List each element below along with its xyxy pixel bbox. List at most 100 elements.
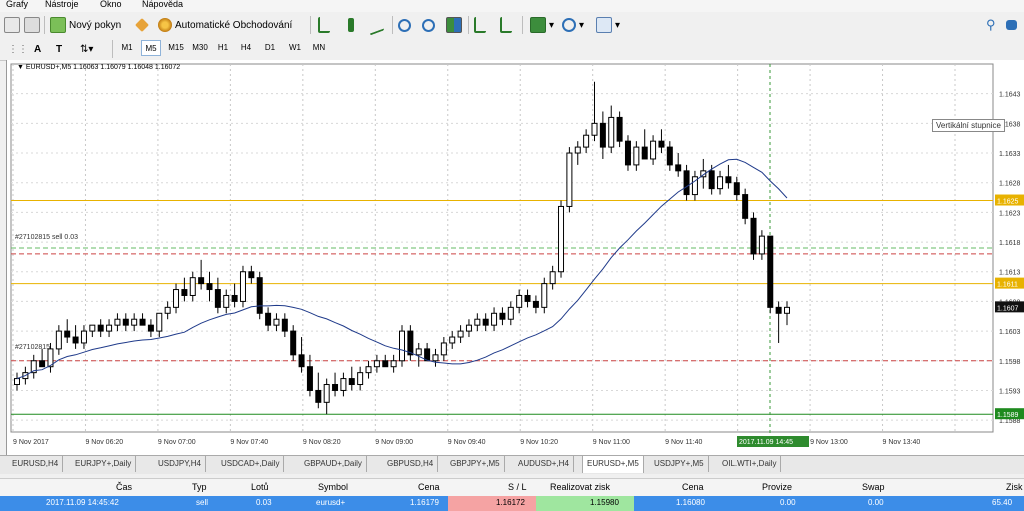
zoom-out-button[interactable] — [422, 16, 438, 34]
menu-item-okno[interactable]: Okno — [100, 0, 122, 9]
chart-tab[interactable]: GBPUSD,H4 — [383, 456, 439, 472]
timeframe-mn[interactable]: MN — [309, 40, 329, 56]
new-order-button[interactable]: Nový pokyn — [50, 16, 121, 34]
search-button[interactable]: ⚲ — [986, 16, 996, 34]
indicators-button[interactable]: ▾ — [530, 16, 554, 34]
chart-tab[interactable]: USDCAD+,Daily — [217, 456, 285, 472]
timeframe-d1[interactable]: D1 — [261, 40, 279, 56]
candle-body — [122, 318, 129, 326]
order-symbol: eurusd+ — [316, 498, 346, 507]
chart-tab[interactable]: OIL.WTI+,Daily — [718, 456, 782, 472]
chart-tab[interactable]: EURUSD,H4 — [8, 456, 64, 472]
candlestick-button[interactable] — [344, 16, 357, 34]
candle-body — [499, 312, 506, 320]
candle-body — [181, 289, 188, 296]
candle-body — [733, 182, 740, 196]
time-tick-label: 9 Nov 13:40 — [883, 439, 921, 446]
candle-body — [399, 330, 405, 362]
order-row[interactable]: 2017.11.09 14:45:42 sell 0.03 eurusd+ 1.… — [0, 496, 1024, 511]
timeframe-h4[interactable]: H4 — [237, 40, 255, 56]
menu-item-napoveda[interactable]: Nápověda — [142, 0, 183, 9]
price-tick-label: 1.1613 — [999, 270, 1021, 277]
timeframe-m15[interactable]: M15 — [165, 40, 187, 56]
candle-body — [290, 330, 297, 356]
candle-body — [390, 360, 397, 368]
candle-body — [298, 354, 305, 368]
col-symbol[interactable]: Symbol — [318, 482, 348, 492]
order-swap: 0.00 — [868, 498, 884, 507]
grid-tool-button[interactable]: ⋮⋮ — [8, 40, 28, 58]
chart-tab[interactable]: AUDUSD+,H4 — [514, 456, 574, 472]
time-tick-label: 9 Nov 07:40 — [230, 439, 268, 446]
chart-tab[interactable]: EURUSD+,M5 — [582, 455, 644, 473]
candle-body — [281, 318, 288, 332]
col-sl[interactable]: S / L — [508, 482, 527, 492]
tile-windows-icon — [446, 17, 462, 33]
line-chart-button[interactable] — [370, 14, 387, 36]
candle-body — [173, 289, 180, 308]
metaeditor-button[interactable] — [135, 16, 152, 34]
candle-body — [742, 194, 749, 219]
order-current-price: 1.16080 — [676, 498, 705, 507]
timeframe-m1[interactable]: M1 — [118, 40, 136, 56]
col-tp[interactable]: Realizovat zisk — [550, 482, 610, 492]
timeframe-m30[interactable]: M30 — [189, 40, 211, 56]
tp-cell-bg — [536, 496, 634, 511]
toolbar-separator — [310, 16, 311, 34]
chart-window[interactable]: #27102815 sell 0.03 #27102815 1.1643 1.1638… — [6, 60, 1024, 455]
time-tag-label: 2017.11.09 14:45 — [739, 439, 793, 446]
col-swap[interactable]: Swap — [862, 482, 885, 492]
time-tick-label: 9 Nov 08:20 — [303, 439, 341, 446]
candle-body — [373, 360, 380, 368]
candle-body — [524, 294, 531, 302]
templates-button[interactable]: ▾ — [596, 16, 620, 34]
col-zisk[interactable]: Zisk — [1006, 482, 1023, 492]
chart-tab[interactable]: USDJPY+,M5 — [650, 456, 709, 472]
tile-windows-button[interactable] — [446, 16, 465, 34]
col-cena-current[interactable]: Cena — [682, 482, 704, 492]
col-typ[interactable]: Typ — [192, 482, 207, 492]
col-lotu[interactable]: Lotů — [251, 482, 269, 492]
auto-trading-button[interactable]: Automatické Obchodování — [158, 16, 292, 34]
candlestick-icon — [348, 18, 354, 32]
col-provize[interactable]: Provize — [762, 482, 792, 492]
text-tool-button[interactable]: A — [34, 40, 41, 58]
col-cena[interactable]: Cena — [418, 482, 440, 492]
chart-tab[interactable]: USDJPY,H4 — [154, 456, 206, 472]
candle-body — [80, 330, 87, 344]
price-tag-label: 1.1611 — [997, 282, 1018, 289]
candle-body — [449, 336, 456, 344]
candle-body — [415, 348, 422, 356]
time-tick-label: 9 Nov 11:00 — [593, 439, 630, 446]
candle-body — [239, 271, 246, 302]
periods-button[interactable]: ▾ — [562, 16, 584, 34]
candle-body — [382, 360, 389, 368]
label-tool-button[interactable]: T — [56, 40, 62, 58]
bar-chart-button[interactable] — [318, 16, 333, 34]
candle-body — [708, 170, 715, 190]
candle-body — [775, 306, 782, 314]
timeframe-w1[interactable]: W1 — [285, 40, 305, 56]
menu-item-nastroje[interactable]: Nástroje — [45, 0, 79, 9]
toolbar-separator — [44, 16, 45, 34]
chart-tab[interactable]: GBPAUD+,Daily — [300, 456, 367, 472]
timeframe-h1[interactable]: H1 — [214, 40, 232, 56]
price-tick-label: 1.1593 — [999, 388, 1021, 395]
arrows-tool-button[interactable]: ⇅▾ — [80, 40, 93, 58]
chart-menu-icon[interactable]: ▼ — [17, 64, 24, 71]
col-cas[interactable]: Čas — [116, 482, 132, 492]
timeframe-m5[interactable]: M5 — [141, 40, 161, 56]
autoscroll-button[interactable] — [500, 16, 515, 34]
chart-tab[interactable]: EURJPY+,Daily — [71, 456, 137, 472]
chat-button[interactable] — [1006, 16, 1020, 34]
zoom-in-button[interactable] — [398, 16, 414, 34]
price-tag-label: 1.1607 — [997, 305, 1019, 312]
profiles-button[interactable] — [24, 16, 43, 34]
chart-tab[interactable]: GBPJPY+,M5 — [446, 456, 505, 472]
chart-shift-button[interactable] — [474, 16, 489, 34]
price-chart[interactable]: #27102815 sell 0.03#271028151.16431.1638… — [7, 60, 1024, 455]
price-tick-label: 1.1598 — [999, 359, 1021, 366]
new-chart-button[interactable] — [4, 16, 23, 34]
menu-item-grafy[interactable]: Grafy — [6, 0, 28, 9]
order-commission: 0.00 — [780, 498, 796, 507]
